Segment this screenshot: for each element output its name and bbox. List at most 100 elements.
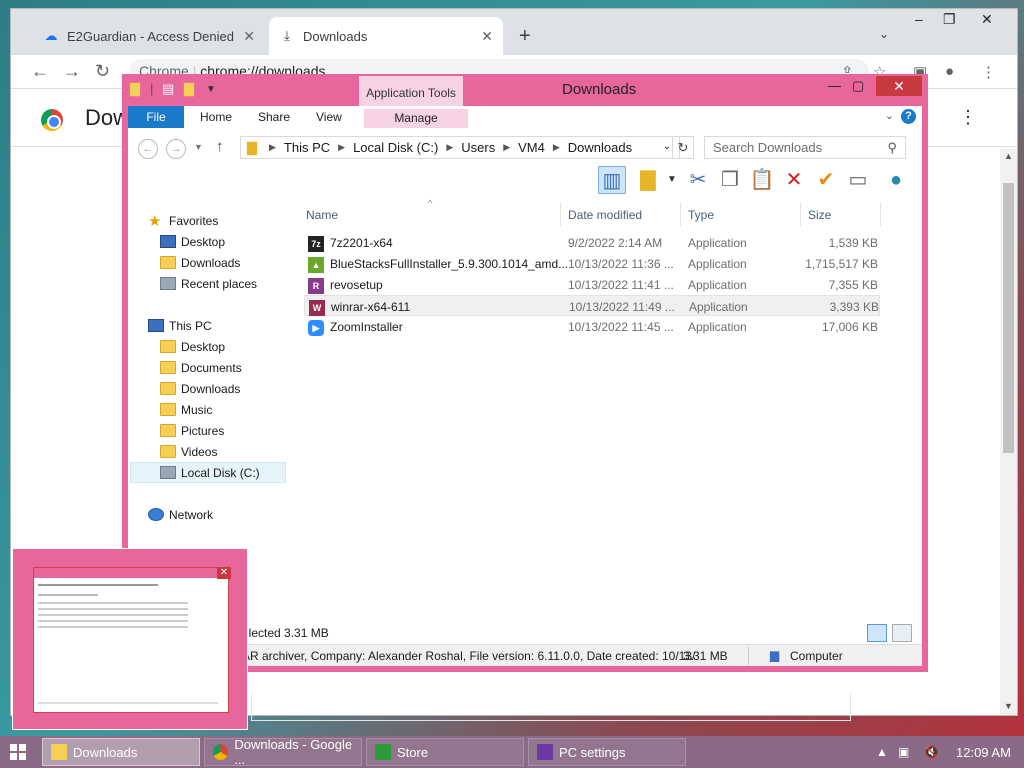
quick-access-dropdown-icon[interactable]: ▼ xyxy=(206,84,216,95)
file-row[interactable]: ▶ ZoomInstaller 10/13/2022 11:45 ... App… xyxy=(304,316,880,337)
nav-favorites[interactable]: ★ Favorites xyxy=(148,210,304,231)
reload-icon[interactable]: ↻ xyxy=(95,61,110,82)
close-window-icon[interactable]: ✕ xyxy=(981,11,993,28)
maximize-icon[interactable]: ▢ xyxy=(852,78,864,94)
star-icon: ★ xyxy=(148,212,162,230)
tab-home[interactable]: Home xyxy=(200,110,232,124)
tab-file[interactable]: File xyxy=(128,106,184,128)
nav-this-pc[interactable]: This PC xyxy=(148,315,304,336)
search-input[interactable]: Search Downloads ⚲ xyxy=(704,136,906,159)
scroll-down-icon[interactable]: ▼ xyxy=(1004,701,1013,711)
delete-icon[interactable]: ✕ xyxy=(780,166,808,194)
breadcrumb-vm4[interactable]: VM4 xyxy=(518,140,545,155)
copy-icon[interactable]: ❐ xyxy=(716,166,744,194)
preview-pane-icon[interactable]: ▥ xyxy=(598,166,626,194)
tab-manage[interactable]: Manage xyxy=(364,109,468,128)
scroll-thumb[interactable] xyxy=(1003,183,1014,453)
nav-fav-recent[interactable]: Recent places xyxy=(160,273,316,294)
nav-pc-desktop[interactable]: Desktop xyxy=(160,336,316,357)
column-header-type[interactable]: Type xyxy=(688,208,714,222)
move-dropdown-icon[interactable]: ▼ xyxy=(658,166,686,194)
thumbnail-close-button[interactable]: ✕ xyxy=(217,567,231,579)
address-bar[interactable]: ▇ ▶ This PC ▶ Local Disk (C:) ▶ Users ▶ … xyxy=(240,136,680,159)
chrome-menu-icon[interactable]: ⋮ xyxy=(981,63,996,81)
nav-pc-pictures[interactable]: Pictures xyxy=(160,420,316,441)
recent-locations-icon[interactable]: ▼ xyxy=(194,142,203,152)
taskbar-thumbnail-preview[interactable]: ✕ xyxy=(12,548,248,730)
nav-pc-downloads[interactable]: Downloads xyxy=(160,378,316,399)
windows-start-icon[interactable] xyxy=(10,744,26,760)
checkmark-icon[interactable]: ✔ xyxy=(812,166,840,194)
search-placeholder: Search Downloads xyxy=(713,140,823,155)
show-hidden-icons-icon[interactable]: ▲ xyxy=(876,745,888,759)
new-tab-button[interactable]: + xyxy=(519,25,531,48)
nav-network[interactable]: Network xyxy=(148,504,304,525)
shell-icon[interactable]: ● xyxy=(882,166,910,194)
nav-fav-desktop[interactable]: Desktop xyxy=(160,231,316,252)
scroll-up-icon[interactable]: ▲ xyxy=(1004,151,1013,161)
nav-pc-videos[interactable]: Videos xyxy=(160,441,316,462)
paste-icon[interactable]: 📋 xyxy=(748,166,776,194)
column-divider[interactable] xyxy=(800,202,801,226)
details-view-icon[interactable] xyxy=(866,624,887,642)
taskbar-item-chrome[interactable]: Downloads - Google ... xyxy=(204,737,362,767)
chrome-tab-downloads[interactable]: ⤓ Downloads ✕ xyxy=(269,17,503,55)
taskbar-clock[interactable]: 12:09 AM xyxy=(956,745,1011,760)
column-header-size[interactable]: Size xyxy=(808,208,831,222)
nav-pc-music[interactable]: Music xyxy=(160,399,316,420)
column-divider[interactable] xyxy=(880,202,881,226)
tab-search-chevron-icon[interactable]: ⌄ xyxy=(879,27,889,41)
breadcrumb-this-pc[interactable]: This PC xyxy=(284,140,330,155)
profile-avatar-icon[interactable]: ● xyxy=(945,63,954,80)
taskbar-item-explorer[interactable]: Downloads xyxy=(42,738,200,766)
taskbar-item-pc-settings[interactable]: PC settings xyxy=(528,738,686,766)
chevron-down-icon[interactable]: ⌄ xyxy=(663,141,671,152)
close-tab-icon[interactable]: ✕ xyxy=(481,28,493,45)
file-row[interactable]: 7z 7z2201-x64 9/2/2022 2:14 AM Applicati… xyxy=(304,232,880,253)
nav-fav-downloads[interactable]: Downloads xyxy=(160,252,316,273)
taskbar-item-store[interactable]: Store xyxy=(366,738,524,766)
up-arrow-icon[interactable]: ↑ xyxy=(216,138,224,155)
file-row[interactable]: R revosetup 10/13/2022 11:41 ... Applica… xyxy=(304,274,880,295)
explorer-titlebar[interactable]: ▇ | ▤ ▇ ▼ Application Tools Downloads — … xyxy=(122,74,928,106)
forward-icon[interactable]: → xyxy=(166,139,186,159)
downloads-menu-icon[interactable]: ⋮ xyxy=(959,107,977,128)
breadcrumb-users[interactable]: Users xyxy=(461,140,495,155)
tab-view[interactable]: View xyxy=(316,110,342,124)
network-tray-icon[interactable]: ▣ xyxy=(898,745,909,759)
new-folder-icon[interactable]: ▇ xyxy=(184,81,194,97)
breadcrumb-downloads[interactable]: Downloads xyxy=(568,140,632,155)
nav-pc-local-disk[interactable]: Local Disk (C:) xyxy=(130,462,286,483)
forward-icon[interactable]: → xyxy=(63,61,81,82)
cut-icon[interactable]: ✂ xyxy=(684,166,712,194)
page-scrollbar[interactable]: ▲ ▼ xyxy=(1000,149,1017,715)
folder-icon xyxy=(160,382,176,395)
file-type: Application xyxy=(688,236,747,250)
help-icon[interactable]: ? xyxy=(901,109,916,124)
file-row-selected[interactable]: W winrar-x64-611 10/13/2022 11:49 ... Ap… xyxy=(304,295,880,316)
column-header-name[interactable]: Name xyxy=(306,208,338,222)
properties-icon[interactable]: ▤ xyxy=(162,81,174,97)
file-name: BlueStacksFullInstaller_5.9.300.1014_amd… xyxy=(330,257,569,271)
tab-share[interactable]: Share xyxy=(258,110,290,124)
nav-pc-documents[interactable]: Documents xyxy=(160,357,316,378)
close-window-button[interactable]: ✕ xyxy=(876,76,922,96)
large-icons-view-icon[interactable] xyxy=(892,624,912,642)
file-type: Application xyxy=(688,257,747,271)
refresh-button[interactable]: ↻ xyxy=(672,136,694,159)
minimize-icon[interactable]: — xyxy=(828,78,841,93)
column-divider[interactable] xyxy=(680,202,681,226)
chrome-tab-e2guardian[interactable]: ☁ E2Guardian - Access Denied ✕ xyxy=(33,17,265,55)
rename-icon[interactable]: ▭ xyxy=(844,166,872,194)
close-tab-icon[interactable]: ✕ xyxy=(243,28,255,45)
volume-muted-icon[interactable]: 🔇 xyxy=(924,745,939,759)
back-icon[interactable]: ← xyxy=(31,61,49,82)
breadcrumb-local-disk[interactable]: Local Disk (C:) xyxy=(353,140,438,155)
back-icon[interactable]: ← xyxy=(138,139,158,159)
column-divider[interactable] xyxy=(560,202,561,226)
column-header-date[interactable]: Date modified xyxy=(568,208,642,222)
file-row[interactable]: ▲ BlueStacksFullInstaller_5.9.300.1014_a… xyxy=(304,253,880,274)
expand-ribbon-icon[interactable]: ⌄ xyxy=(885,109,894,122)
minimize-icon[interactable]: – xyxy=(915,11,923,27)
maximize-icon[interactable]: ❐ xyxy=(943,11,956,28)
